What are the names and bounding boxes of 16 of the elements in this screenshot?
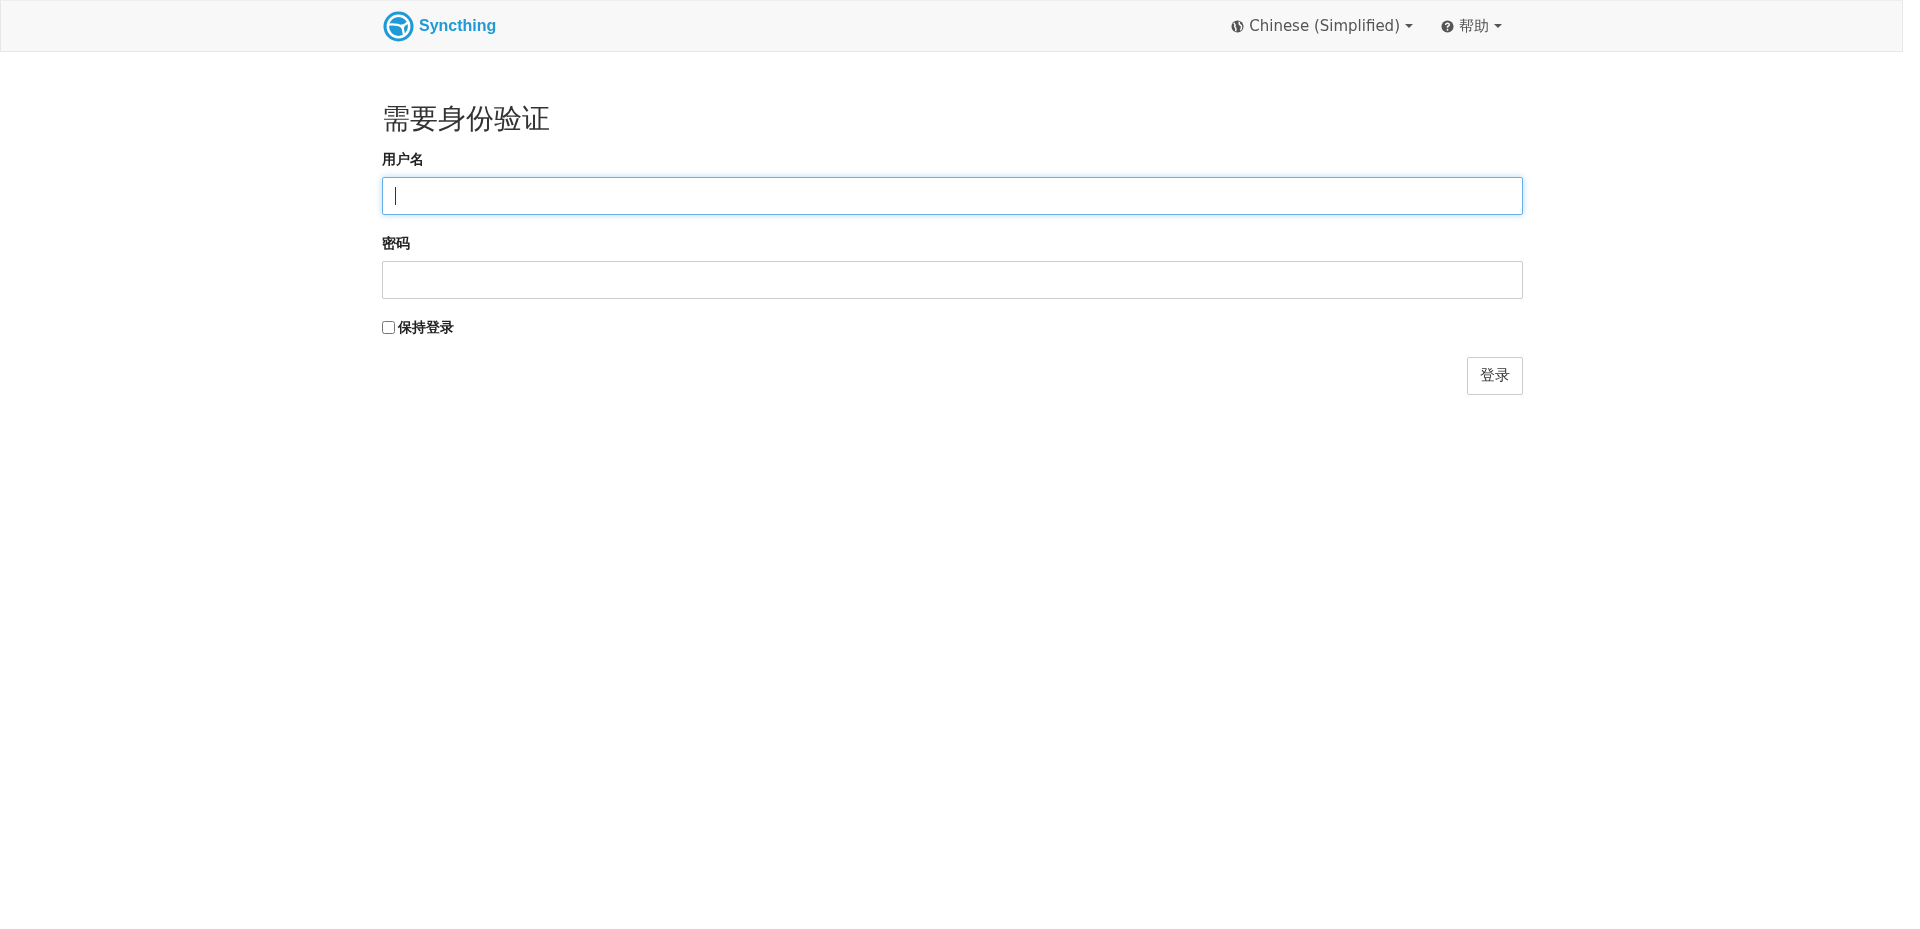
help-icon: [1441, 19, 1454, 33]
language-menu[interactable]: Chinese (Simplified): [1217, 1, 1427, 51]
caret-icon: [1405, 24, 1413, 28]
logo-icon: [383, 10, 414, 42]
help-menu[interactable]: 帮助: [1427, 1, 1516, 51]
text-cursor: [395, 186, 396, 205]
username-field[interactable]: [382, 176, 1523, 215]
page-title: 需要身份验证: [382, 104, 551, 135]
password-field[interactable]: [382, 260, 1523, 299]
checkbox-label: 保持登录: [398, 318, 454, 337]
globe-icon: [1231, 19, 1245, 33]
remember-checkbox[interactable]: [382, 321, 395, 335]
field-label: 密码: [382, 234, 410, 253]
caret-icon: [1494, 24, 1502, 28]
field-label: 用户名: [382, 150, 424, 169]
login-button[interactable]: 登录: [1467, 356, 1523, 395]
